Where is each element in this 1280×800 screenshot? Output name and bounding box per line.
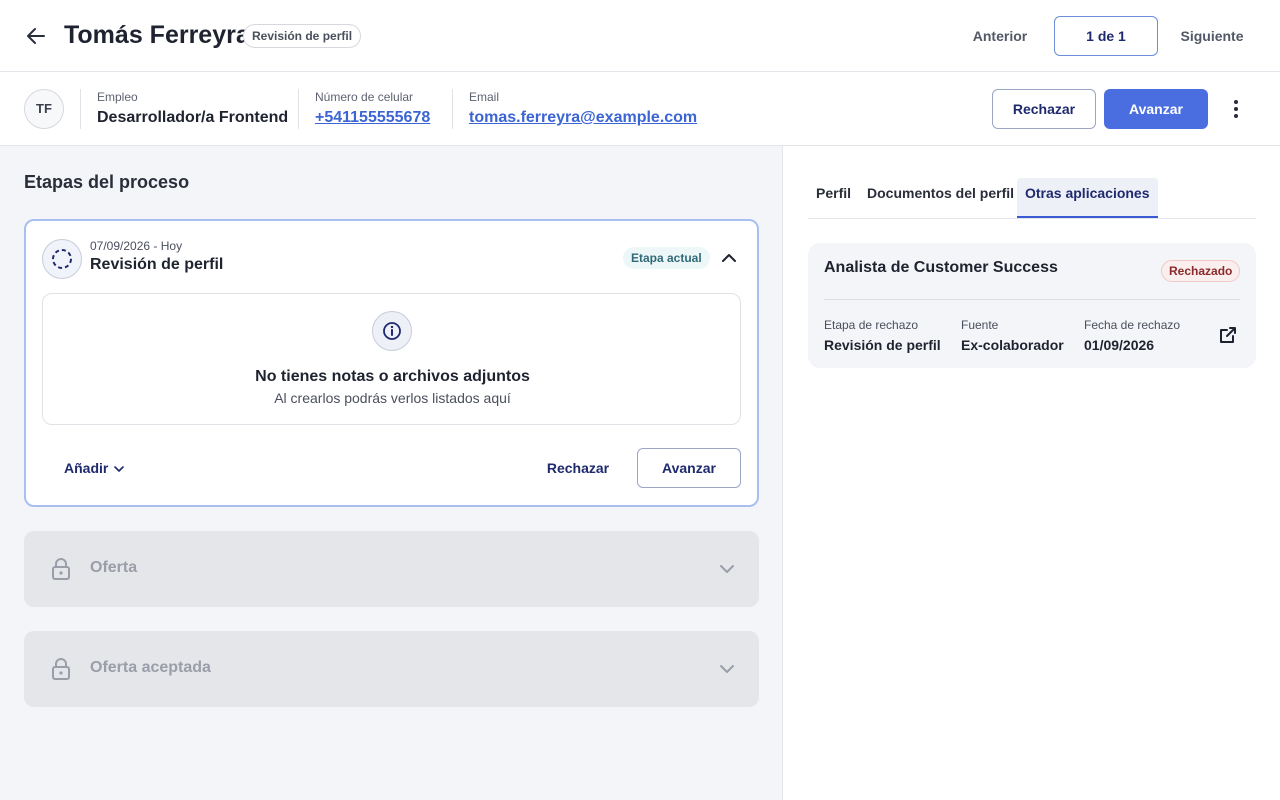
email-info: Email tomas.ferreyra@example.com bbox=[469, 89, 697, 129]
locked-stage-card[interactable]: Oferta bbox=[24, 531, 759, 607]
empty-subtitle: Al crearlos podrás verlos listados aquí bbox=[274, 390, 511, 406]
current-stage-badge: Etapa actual bbox=[623, 247, 710, 269]
phone-info: Número de celular +541155555678 bbox=[315, 89, 430, 129]
stage-advance-button[interactable]: Avanzar bbox=[637, 448, 741, 488]
info-icon bbox=[372, 311, 412, 351]
chevron-down-icon[interactable] bbox=[715, 657, 739, 681]
next-button[interactable]: Siguiente bbox=[1172, 16, 1252, 56]
job-info: Empleo Desarrollador/a Frontend bbox=[97, 89, 288, 129]
rejection-stage-field: Etapa de rechazo Revisión de perfil bbox=[824, 317, 941, 355]
email-label: Email bbox=[469, 90, 500, 104]
field-value: Revisión de perfil bbox=[824, 337, 941, 353]
details-panel: Perfil Documentos del perfil Otras aplic… bbox=[784, 146, 1280, 800]
job-label: Empleo bbox=[97, 90, 138, 104]
tab-profile[interactable]: Perfil bbox=[808, 178, 859, 218]
stage-name: Revisión de perfil bbox=[90, 256, 224, 273]
in-progress-icon bbox=[42, 239, 82, 279]
tab-profile-documents[interactable]: Documentos del perfil bbox=[859, 178, 1022, 218]
rejection-date-field: Fecha de rechazo 01/09/2026 bbox=[1084, 317, 1180, 355]
candidate-name: Tomás Ferreyra bbox=[64, 21, 250, 49]
chevron-down-icon[interactable] bbox=[715, 557, 739, 581]
section-title: Etapas del proceso bbox=[24, 172, 190, 192]
reject-button[interactable]: Rechazar bbox=[992, 89, 1096, 129]
locked-stage-label: Oferta bbox=[90, 559, 138, 576]
field-label: Fecha de rechazo bbox=[1084, 318, 1181, 332]
chevron-up-icon[interactable] bbox=[717, 246, 741, 270]
phone-link[interactable]: +541155555678 bbox=[315, 107, 430, 129]
email-link[interactable]: tomas.ferreyra@example.com bbox=[469, 107, 697, 129]
lock-icon bbox=[50, 557, 72, 581]
more-options-icon[interactable] bbox=[1224, 89, 1248, 129]
job-value: Desarrollador/a Frontend bbox=[97, 109, 289, 126]
divider bbox=[80, 89, 81, 129]
tab-bar: Perfil Documentos del perfil Otras aplic… bbox=[808, 178, 1256, 219]
source-field: Fuente Ex-colaborador bbox=[961, 317, 1064, 355]
application-card: Analista de Customer Success Rechazado E… bbox=[808, 243, 1256, 368]
field-value: 01/09/2026 bbox=[1084, 337, 1155, 353]
locked-stage-label: Oferta aceptada bbox=[90, 659, 211, 676]
current-stage-card: 07/09/2026 - Hoy Revisión de perfil Etap… bbox=[24, 219, 759, 507]
stage-reject-button[interactable]: Rechazar bbox=[538, 453, 618, 483]
avatar: TF bbox=[24, 89, 64, 129]
empty-notes-box: No tienes notas o archivos adjuntos Al c… bbox=[42, 293, 741, 425]
status-badge: Rechazado bbox=[1161, 260, 1241, 282]
process-panel: Etapas del proceso 07/09/2026 - Hoy Revi… bbox=[0, 146, 783, 800]
back-arrow-icon[interactable] bbox=[22, 22, 50, 50]
empty-title: No tienes notas o archivos adjuntos bbox=[255, 368, 530, 385]
chevron-down-icon bbox=[114, 460, 125, 476]
external-link-icon[interactable] bbox=[1216, 323, 1240, 347]
advance-button[interactable]: Avanzar bbox=[1104, 89, 1208, 129]
stage-date: 07/09/2026 - Hoy bbox=[90, 239, 183, 253]
phone-label: Número de celular bbox=[315, 90, 414, 104]
stage-chip: Revisión de perfil bbox=[243, 24, 362, 48]
candidate-info-bar: TF Empleo Desarrollador/a Frontend Númer… bbox=[0, 73, 1280, 146]
lock-icon bbox=[50, 657, 72, 681]
application-title: Analista de Customer Success bbox=[824, 259, 1058, 276]
field-value: Ex-colaborador bbox=[961, 337, 1064, 353]
tab-other-applications[interactable]: Otras aplicaciones bbox=[1017, 178, 1158, 218]
previous-button[interactable]: Anterior bbox=[960, 16, 1040, 56]
candidate-count-button[interactable]: 1 de 1 bbox=[1054, 16, 1158, 56]
divider bbox=[452, 89, 453, 129]
top-bar: Tomás Ferreyra Revisión de perfil Anteri… bbox=[0, 0, 1280, 72]
divider bbox=[824, 299, 1240, 300]
add-label: Añadir bbox=[64, 460, 109, 476]
field-label: Etapa de rechazo bbox=[824, 318, 919, 332]
add-dropdown-button[interactable]: Añadir bbox=[64, 453, 125, 483]
locked-stage-card[interactable]: Oferta aceptada bbox=[24, 631, 759, 707]
divider bbox=[298, 89, 299, 129]
field-label: Fuente bbox=[961, 318, 999, 332]
